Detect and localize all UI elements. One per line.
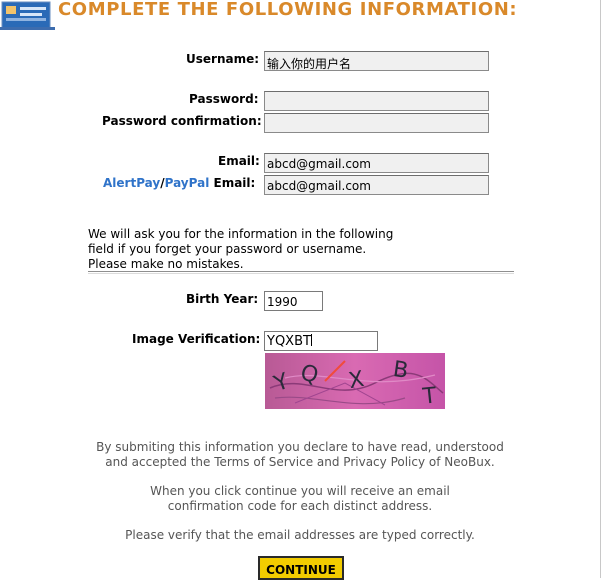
email-label: Email: [218, 154, 260, 168]
email-field[interactable]: abcd@gmail.com [264, 153, 489, 173]
paypal-label: PayPal [164, 176, 210, 190]
registration-card-icon [0, 1, 55, 30]
continue-button[interactable]: CONTINUE [258, 556, 344, 580]
payment-email-suffix: Email: [209, 176, 256, 190]
password-confirmation-label: Password confirmation: [102, 114, 262, 128]
page-title: COMPLETE THE FOLLOWING INFORMATION: [58, 0, 518, 20]
username-field[interactable]: 输入你的用户名 [264, 51, 489, 71]
image-verification-label: Image Verification: [132, 332, 261, 346]
confirm-line-1: When you click continue you will receive… [150, 484, 450, 498]
password-confirmation-field[interactable] [264, 113, 489, 133]
terms-line-1: By submiting this information you declar… [96, 440, 504, 454]
image-verification-field[interactable]: YQXBT [264, 331, 378, 351]
notice-line-2: field if you forget your password or use… [88, 242, 367, 256]
captcha-image: Y Q X B T [265, 353, 445, 409]
confirm-line-2: confirmation code for each distinct addr… [167, 499, 433, 513]
birth-year-label: Birth Year: [186, 292, 259, 306]
password-label: Password: [189, 92, 259, 106]
image-verification-value: YQXBT [267, 334, 311, 349]
text-cursor [310, 334, 312, 346]
notice-line-3: Please make no mistakes. [88, 257, 244, 271]
alertpay-label: AlertPay [103, 176, 161, 190]
payment-email-label: AlertPay/PayPal Email: [103, 176, 255, 190]
birth-year-field[interactable]: 1990 [264, 291, 323, 311]
username-label: Username: [186, 52, 260, 66]
right-border [600, 0, 601, 578]
payment-email-field[interactable]: abcd@gmail.com [264, 175, 489, 195]
verify-line: Please verify that the email addresses a… [125, 528, 475, 542]
password-field[interactable] [264, 91, 489, 111]
notice-line-1: We will ask you for the information in t… [88, 227, 394, 241]
section-divider [88, 271, 514, 274]
terms-line-2: and accepted the Terms of Service and Pr… [105, 455, 495, 469]
